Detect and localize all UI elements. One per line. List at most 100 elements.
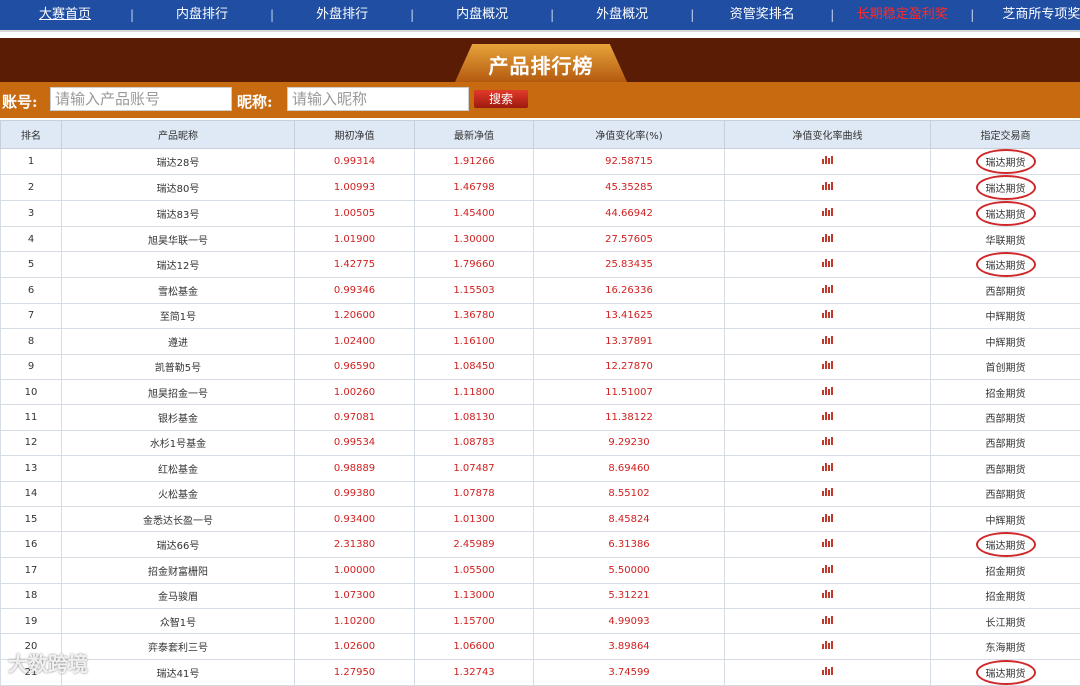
table-row: 6雪松基金0.993461.1550316.26336西部期货	[1, 278, 1080, 303]
bar-chart-icon[interactable]	[822, 514, 834, 522]
broker-label: 中辉期货	[986, 338, 1026, 349]
column-header: 排名	[1, 121, 62, 149]
bar-chart-icon[interactable]	[822, 361, 834, 369]
nav-item-3[interactable]: 内盘概况	[414, 0, 550, 30]
nav-item-0[interactable]: 大赛首页	[0, 0, 130, 30]
broker-cell: 中辉期货	[931, 506, 1080, 531]
bar-chart-icon[interactable]	[822, 259, 834, 267]
bar-chart-icon[interactable]	[822, 667, 834, 675]
nav-item-2[interactable]: 外盘排行	[274, 0, 410, 30]
broker-cell: 招金期货	[931, 379, 1080, 404]
product-name-cell: 遵进	[62, 329, 295, 354]
change-rate-cell: 13.37891	[534, 329, 725, 354]
rank-cell: 7	[1, 303, 62, 328]
change-rate-cell: 3.74599	[534, 659, 725, 685]
top-nav: 大赛首页|内盘排行|外盘排行|内盘概况|外盘概况|资管奖排名|长期稳定盈利奖|芝…	[0, 0, 1080, 32]
curve-cell	[725, 583, 931, 608]
search-button[interactable]: 搜索	[474, 90, 528, 108]
latest-nav-cell: 1.08130	[415, 405, 534, 430]
nav-item-4[interactable]: 外盘概况	[554, 0, 690, 30]
broker-cell: 瑞达期货	[931, 149, 1080, 175]
change-rate-cell: 45.35285	[534, 175, 725, 201]
rank-cell: 15	[1, 506, 62, 531]
curve-cell	[725, 405, 931, 430]
start-nav-cell: 0.93400	[295, 506, 415, 531]
broker-label: 瑞达期货	[976, 149, 1036, 174]
latest-nav-cell: 1.91266	[415, 149, 534, 175]
broker-label: 瑞达期货	[976, 532, 1036, 557]
table-row: 9凯普勒5号0.965901.0845012.27870首创期货	[1, 354, 1080, 379]
start-nav-cell: 1.20600	[295, 303, 415, 328]
table-row: 19众智1号1.102001.157004.99093长江期货	[1, 609, 1080, 634]
bar-chart-icon[interactable]	[822, 234, 834, 242]
broker-label: 西部期货	[986, 490, 1026, 501]
bar-chart-icon[interactable]	[822, 310, 834, 318]
bar-chart-icon[interactable]	[822, 412, 834, 420]
table-row: 1瑞达28号0.993141.9126692.58715瑞达期货	[1, 149, 1080, 175]
rank-cell: 10	[1, 379, 62, 404]
rank-cell: 19	[1, 609, 62, 634]
bar-chart-icon[interactable]	[822, 437, 834, 445]
nav-item-1[interactable]: 内盘排行	[134, 0, 270, 30]
broker-cell: 西部期货	[931, 456, 1080, 481]
broker-label: 西部期货	[986, 414, 1026, 425]
bar-chart-icon[interactable]	[822, 616, 834, 624]
change-rate-cell: 11.51007	[534, 379, 725, 404]
start-nav-cell: 0.99346	[295, 278, 415, 303]
bar-chart-icon[interactable]	[822, 285, 834, 293]
account-input[interactable]: 请输入产品账号	[50, 87, 232, 111]
product-name-cell: 瑞达66号	[62, 532, 295, 558]
broker-label: 华联期货	[986, 236, 1026, 247]
bar-chart-icon[interactable]	[822, 488, 834, 496]
column-header: 期初净值	[295, 121, 415, 149]
latest-nav-cell: 1.13000	[415, 583, 534, 608]
broker-cell: 中辉期货	[931, 329, 1080, 354]
nav-item-5[interactable]: 资管奖排名	[694, 0, 830, 30]
broker-cell: 华联期货	[931, 227, 1080, 252]
broker-cell: 首创期货	[931, 354, 1080, 379]
broker-cell: 中辉期货	[931, 303, 1080, 328]
broker-cell: 西部期货	[931, 278, 1080, 303]
broker-cell: 招金期货	[931, 583, 1080, 608]
broker-cell: 西部期货	[931, 481, 1080, 506]
bar-chart-icon[interactable]	[822, 182, 834, 190]
product-name-cell: 弈泰套利三号	[62, 634, 295, 659]
latest-nav-cell: 1.15503	[415, 278, 534, 303]
table-row: 21瑞达41号1.279501.327433.74599瑞达期货	[1, 659, 1080, 685]
start-nav-cell: 1.01900	[295, 227, 415, 252]
bar-chart-icon[interactable]	[822, 539, 834, 547]
product-name-cell: 旭昊招金一号	[62, 379, 295, 404]
product-name-cell: 众智1号	[62, 609, 295, 634]
bar-chart-icon[interactable]	[822, 156, 834, 164]
bar-chart-icon[interactable]	[822, 641, 834, 649]
change-rate-cell: 9.29230	[534, 430, 725, 455]
change-rate-cell: 11.38122	[534, 405, 725, 430]
broker-cell: 西部期货	[931, 405, 1080, 430]
rank-cell: 3	[1, 201, 62, 227]
bar-chart-icon[interactable]	[822, 336, 834, 344]
change-rate-cell: 25.83435	[534, 252, 725, 278]
nickname-input[interactable]: 请输入昵称	[287, 87, 469, 111]
product-name-cell: 凯普勒5号	[62, 354, 295, 379]
column-header: 最新净值	[415, 121, 534, 149]
bar-chart-icon[interactable]	[822, 387, 834, 395]
bar-chart-icon[interactable]	[822, 463, 834, 471]
rank-cell: 1	[1, 149, 62, 175]
product-name-cell: 水杉1号基金	[62, 430, 295, 455]
nav-item-7[interactable]: 芝商所专项奖	[974, 0, 1080, 30]
bar-chart-icon[interactable]	[822, 208, 834, 216]
banner: 产品排行榜	[0, 38, 1080, 82]
bar-chart-icon[interactable]	[822, 590, 834, 598]
latest-nav-cell: 1.16100	[415, 329, 534, 354]
start-nav-cell: 1.02600	[295, 634, 415, 659]
nav-item-6[interactable]: 长期稳定盈利奖	[834, 0, 970, 30]
broker-cell: 西部期货	[931, 430, 1080, 455]
bar-chart-icon[interactable]	[822, 565, 834, 573]
rank-cell: 14	[1, 481, 62, 506]
rank-cell: 13	[1, 456, 62, 481]
rank-cell: 17	[1, 558, 62, 583]
curve-cell	[725, 354, 931, 379]
broker-cell: 瑞达期货	[931, 532, 1080, 558]
change-rate-cell: 5.50000	[534, 558, 725, 583]
rank-cell: 12	[1, 430, 62, 455]
